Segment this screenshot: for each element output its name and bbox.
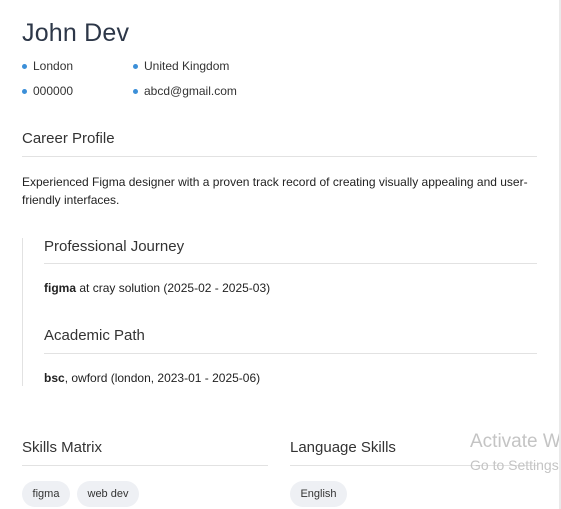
- education-entry: bsc, owford (london, 2023-01 - 2025-06): [44, 371, 260, 385]
- bullet-icon: [22, 63, 27, 69]
- contact-country: United Kingdom: [133, 59, 229, 73]
- language-chip: English: [290, 481, 347, 507]
- timeline-bar: [22, 238, 23, 386]
- experience-role: figma: [44, 281, 77, 295]
- contact-phone-text: 000000: [33, 84, 74, 98]
- education-details: , owford (london, 2023-01 - 2025-06): [64, 371, 261, 385]
- academic-path-heading: Academic Path: [44, 327, 145, 344]
- activation-watermark-link[interactable]: Go to Settings: [470, 457, 559, 473]
- career-summary: Experienced Figma designer with a proven…: [22, 175, 528, 207]
- skills-divider: [22, 465, 268, 466]
- education-divider: [44, 353, 537, 354]
- skill-chip: figma: [22, 481, 70, 507]
- career-divider: [22, 156, 537, 157]
- resume-name: John Dev: [22, 19, 130, 47]
- activation-watermark-title: Activate W: [470, 431, 561, 452]
- skill-chip: web dev: [77, 481, 139, 507]
- education-degree: bsc: [44, 371, 65, 385]
- contact-phone: 000000: [22, 84, 73, 98]
- career-profile-heading: Career Profile: [22, 130, 115, 147]
- bullet-icon: [133, 63, 138, 69]
- contact-email: abcd@gmail.com: [133, 84, 237, 98]
- experience-divider: [44, 263, 537, 264]
- contact-city-text: London: [33, 59, 74, 73]
- bullet-icon: [133, 88, 138, 94]
- skills-matrix-heading: Skills Matrix: [22, 439, 103, 456]
- language-skills-heading: Language Skills: [290, 439, 396, 456]
- contact-email-text: abcd@gmail.com: [144, 84, 237, 98]
- resume-page: John Dev London United Kingdom 000000 ab…: [0, 0, 561, 509]
- contact-country-text: United Kingdom: [144, 59, 230, 73]
- experience-entry: figma at cray solution (2025-02 - 2025-0…: [44, 281, 270, 295]
- contact-city: London: [22, 59, 73, 73]
- bullet-icon: [22, 88, 27, 94]
- experience-details: at cray solution (2025-02 - 2025-03): [76, 281, 271, 295]
- professional-journey-heading: Professional Journey: [44, 238, 185, 255]
